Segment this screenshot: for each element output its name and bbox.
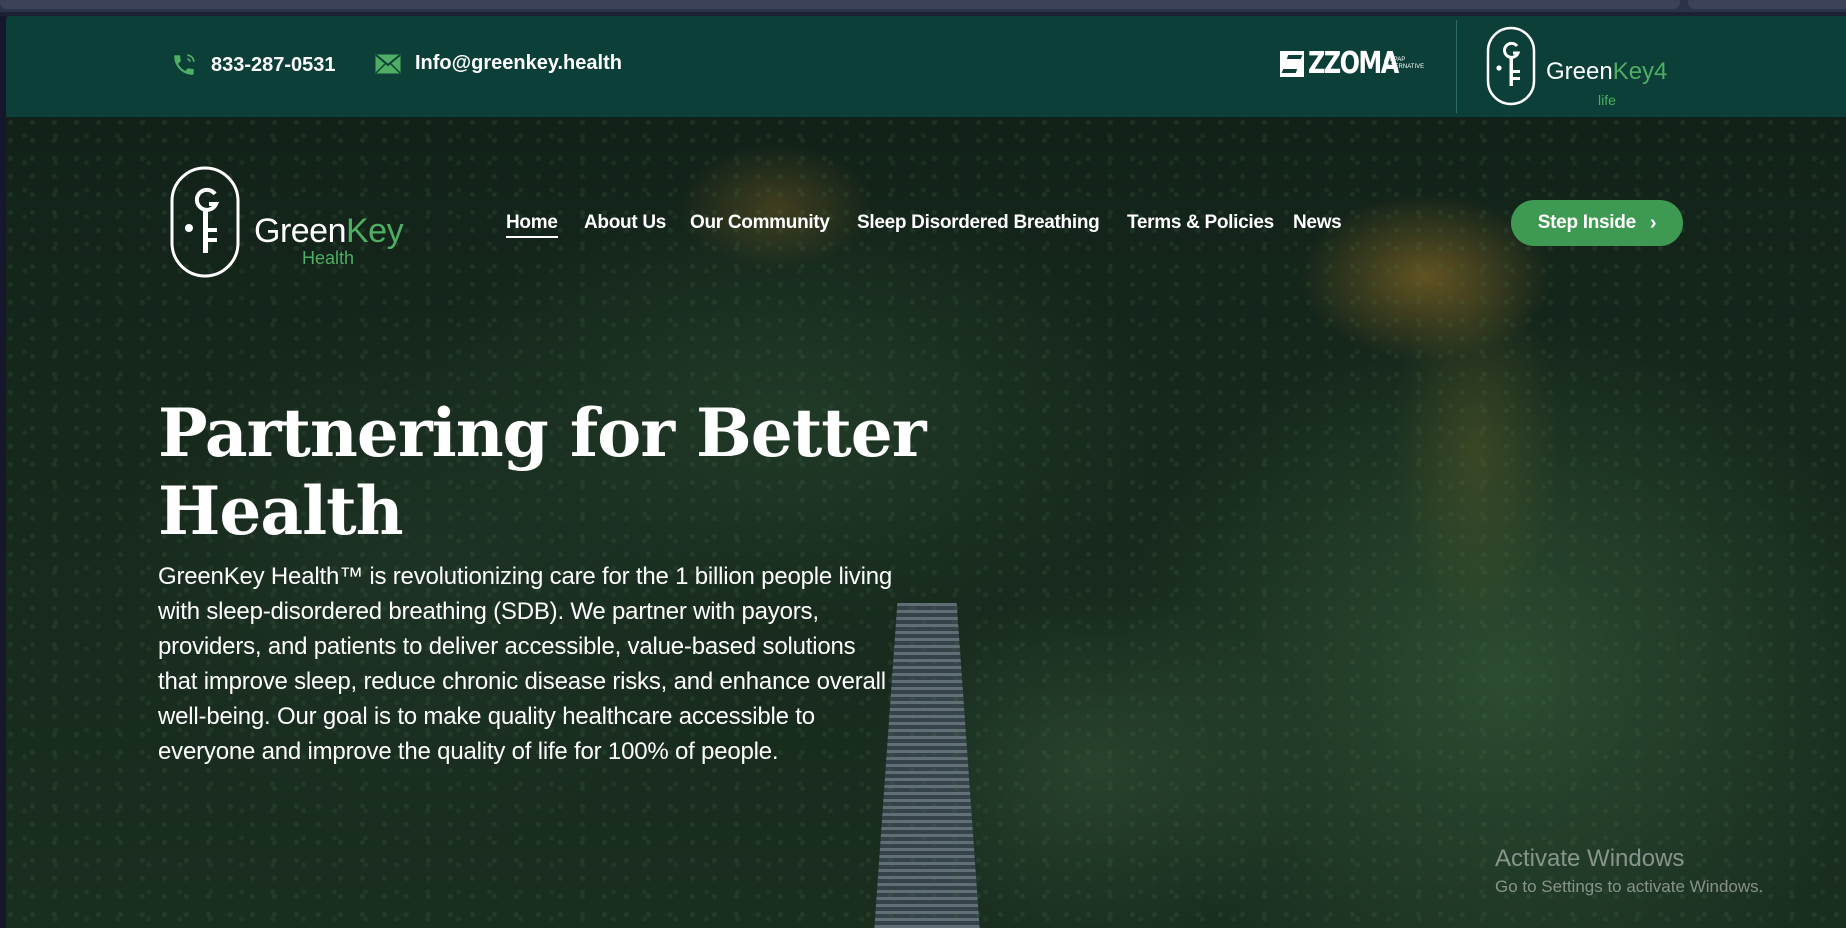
page-frame: 833-287-0531 Info@greenkey.health ZZOMA … bbox=[6, 16, 1846, 928]
envelope-icon bbox=[375, 53, 401, 74]
browser-tab-strip-right bbox=[1688, 0, 1846, 9]
chevron-right-icon: › bbox=[1649, 211, 1657, 234]
nav-news[interactable]: News bbox=[1293, 212, 1342, 234]
logo-divider bbox=[1456, 20, 1457, 113]
logo-health: Health bbox=[302, 248, 355, 268]
greenkey4life-wordmark: GreenKey4 life bbox=[1546, 36, 1676, 108]
step-inside-button[interactable]: Step Inside › bbox=[1511, 200, 1683, 246]
email-link[interactable]: Info@greenkey.health bbox=[375, 52, 622, 75]
zzoma-mark-icon bbox=[1280, 50, 1304, 77]
greenkey4life-life: life bbox=[1598, 92, 1616, 108]
hero-description: GreenKey Health™ is revolutionizing care… bbox=[158, 563, 893, 765]
logo-part2: Key bbox=[346, 212, 404, 250]
nav-terms-policies[interactable]: Terms & Policies bbox=[1127, 212, 1274, 234]
zzoma-logo[interactable]: ZZOMA A CPAP ALTERNATIVE bbox=[1280, 46, 1424, 81]
browser-tab-strip bbox=[0, 0, 1680, 9]
windows-activation-watermark: Activate Windows Go to Settings to activ… bbox=[1495, 845, 1763, 897]
greenkey-health-wordmark: GreenKey Health bbox=[254, 182, 414, 268]
nav-our-community[interactable]: Our Community bbox=[690, 212, 830, 234]
nav-sleep-disordered-breathing[interactable]: Sleep Disordered Breathing bbox=[857, 212, 1100, 234]
phone-link[interactable]: 833-287-0531 bbox=[171, 52, 336, 78]
key-emblem-icon bbox=[1486, 26, 1536, 106]
greenkey4life-part2: Key4 bbox=[1612, 58, 1668, 85]
logo-part1: Green bbox=[254, 212, 347, 250]
phone-number: 833-287-0531 bbox=[211, 53, 336, 76]
key-emblem-icon bbox=[170, 166, 240, 278]
greenkey-health-logo[interactable]: GreenKey Health bbox=[170, 166, 414, 278]
watermark-line-1: Activate Windows bbox=[1495, 845, 1685, 872]
email-address: Info@greenkey.health bbox=[415, 52, 622, 74]
greenkey4life-name: GreenKey4 bbox=[1546, 58, 1667, 86]
zzoma-wordmark: ZZOMA bbox=[1308, 46, 1399, 81]
browser-top-strip bbox=[0, 0, 1846, 12]
step-inside-label: Step Inside bbox=[1537, 212, 1636, 233]
nav-home[interactable]: Home bbox=[506, 212, 558, 238]
hero-title: Partnering for Better Health bbox=[158, 394, 927, 550]
contact-topbar: 833-287-0531 Info@greenkey.health ZZOMA … bbox=[6, 16, 1846, 117]
logo-name: GreenKey bbox=[254, 212, 404, 251]
watermark-line-2: Go to Settings to activate Windows. bbox=[1495, 877, 1764, 896]
greenkey4life-part1: Green bbox=[1546, 58, 1613, 85]
phone-icon bbox=[174, 54, 195, 75]
nav-about-us[interactable]: About Us bbox=[584, 212, 666, 234]
greenkey4life-logo[interactable]: GreenKey4 life bbox=[1486, 26, 1676, 108]
